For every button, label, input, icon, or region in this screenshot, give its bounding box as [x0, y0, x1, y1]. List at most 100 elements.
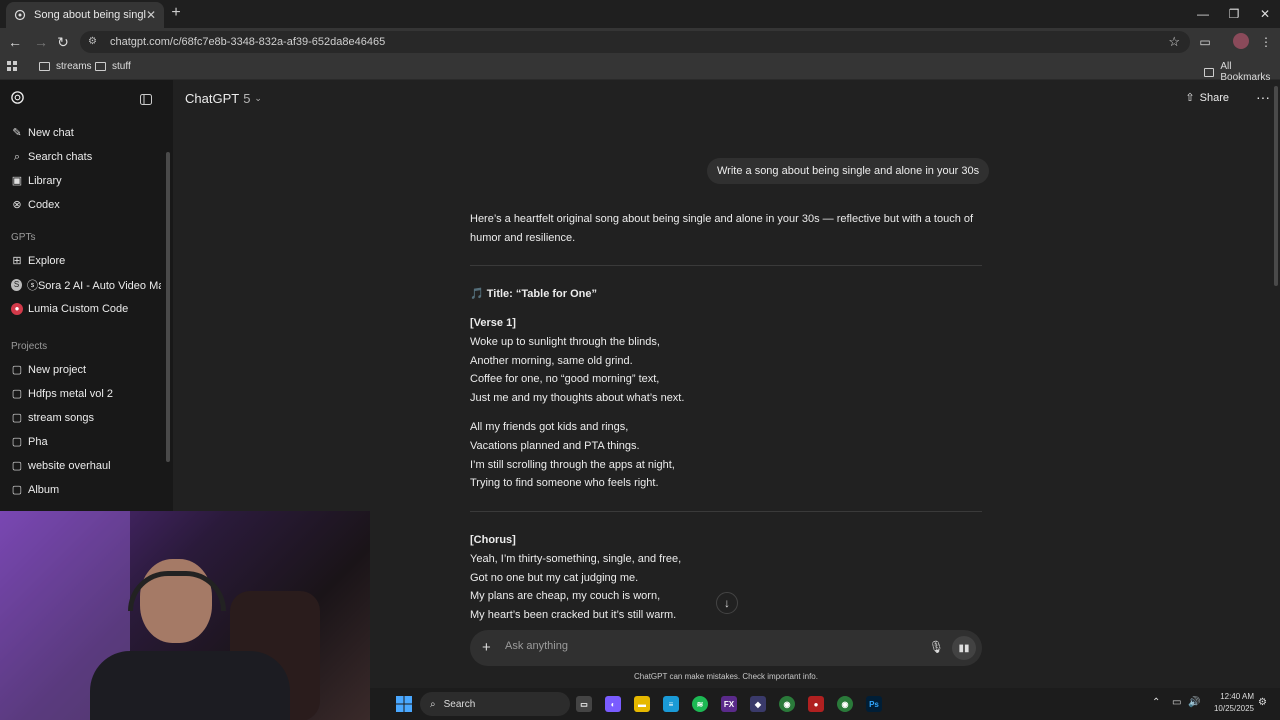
- browser-menu-icon[interactable]: ⋮: [1258, 34, 1274, 50]
- minimize-icon[interactable]: —: [1186, 0, 1220, 28]
- url-text: chatgpt.com/c/68fc7e8b-3348-832a-af39-65…: [110, 36, 386, 48]
- folder-icon: ▢: [11, 364, 23, 376]
- microphone-icon[interactable]: 🎙: [929, 640, 944, 654]
- model-picker[interactable]: ChatGPT 5 ⌄: [185, 91, 262, 106]
- verse-1: [Verse 1] Woke up to sunlight through th…: [470, 317, 685, 405]
- network-icon[interactable]: ▭: [1172, 697, 1181, 708]
- divider: [470, 265, 982, 266]
- folder-icon: [39, 62, 50, 71]
- folder-icon: ▢: [11, 460, 23, 472]
- bookmark-stuff[interactable]: stuff: [95, 61, 131, 72]
- webcam-overlay: [0, 511, 370, 720]
- sidebar-item-project[interactable]: ▢ Pha: [11, 434, 161, 450]
- address-bar[interactable]: ⚙ chatgpt.com/c/68fc7e8b-3348-832a-af39-…: [80, 31, 1190, 53]
- new-chat-button[interactable]: ✎ New chat: [11, 125, 161, 141]
- chrome-active-icon[interactable]: ◉: [837, 696, 853, 712]
- taskbar-search[interactable]: ⌕ Search: [420, 692, 570, 716]
- clock[interactable]: 12:40 AM 10/25/2025: [1214, 691, 1254, 715]
- sidebar-item-lumia[interactable]: ● Lumia Custom Code: [11, 301, 161, 317]
- profile-avatar[interactable]: [1233, 33, 1249, 49]
- chevron-down-icon: ⌄: [254, 93, 262, 103]
- bookmarks-bar: streams stuff All Bookmarks: [0, 56, 1280, 83]
- sidebar-scrollbar[interactable]: [166, 152, 170, 462]
- reload-icon[interactable]: ↻: [55, 34, 71, 50]
- sidebar-item-project[interactable]: ▢ Hdfps metal vol 2: [11, 386, 161, 402]
- toggle-sidebar-icon[interactable]: [140, 92, 152, 110]
- restore-icon[interactable]: ❐: [1217, 0, 1251, 28]
- apps-grid-icon[interactable]: [7, 61, 18, 72]
- openai-logo-icon[interactable]: [10, 90, 25, 110]
- search-chats-button[interactable]: ⌕ Search chats: [11, 149, 161, 165]
- folder-icon: ▢: [11, 388, 23, 400]
- notification-bell-icon[interactable]: ⚙: [1258, 697, 1267, 708]
- lumia-icon: ●: [11, 303, 23, 315]
- library-icon: ▣: [11, 175, 23, 187]
- folder-icon: ▢: [11, 412, 23, 424]
- tray-chevron-icon[interactable]: ⌃: [1152, 697, 1160, 708]
- more-options-icon[interactable]: ···: [1256, 89, 1270, 105]
- task-view-icon[interactable]: ▭: [576, 696, 592, 712]
- tab-search-icon[interactable]: ▭: [1197, 34, 1213, 50]
- spotify-icon[interactable]: ≋: [692, 696, 708, 712]
- new-chat-icon: ✎: [12, 127, 22, 139]
- sidebar-item-project[interactable]: ▢ Album: [11, 482, 161, 498]
- browser-tab[interactable]: Song about being single ✕: [6, 2, 164, 28]
- projects-header: Projects: [11, 341, 48, 352]
- sora-icon: S: [11, 279, 22, 291]
- file-explorer-icon[interactable]: ▬: [634, 696, 650, 712]
- close-tab-icon[interactable]: ✕: [146, 8, 156, 22]
- main-scrollbar[interactable]: [1274, 86, 1278, 286]
- sidebar-item-new-project[interactable]: ▢ New project: [11, 362, 161, 378]
- headset: [128, 571, 226, 611]
- plus-icon[interactable]: +: [482, 639, 491, 656]
- copilot-icon[interactable]: ◐: [605, 696, 621, 712]
- divider: [470, 511, 982, 512]
- search-icon: ⌕: [430, 698, 436, 710]
- share-icon: ⇧: [1185, 92, 1195, 104]
- sidebar-item-project[interactable]: ▢ stream songs: [11, 410, 161, 426]
- windows-taskbar: ⌕ Search ▭ ◐ ▬ ≡ ≋ FX ◆ ◉ ● ◉ Ps ⌃ ▭ 🔊 1…: [370, 688, 1280, 720]
- composer[interactable]: + Ask anything 🎙 ▮▮: [470, 630, 982, 666]
- hudfx-icon[interactable]: FX: [721, 696, 737, 712]
- grid-icon: ⊞: [12, 255, 22, 267]
- codex-button[interactable]: ⊗ Codex: [11, 197, 161, 213]
- site-info-icon[interactable]: ⚙: [88, 36, 100, 48]
- prompt-input[interactable]: Ask anything: [505, 640, 568, 652]
- sidebar-item-project[interactable]: ▢ website overhaul: [11, 458, 161, 474]
- new-tab-icon[interactable]: +: [168, 4, 184, 22]
- assistant-intro: Here’s a heartfelt original song about b…: [470, 213, 974, 244]
- person-shirt: [90, 651, 290, 720]
- forward-icon[interactable]: →: [33, 34, 49, 50]
- sidebar-item-sora[interactable]: S ⓢSora 2 AI - Auto Video Ma...: [11, 277, 161, 293]
- folder-icon: [95, 62, 106, 71]
- chrome-icon[interactable]: ◉: [779, 696, 795, 712]
- folder-icon: [1204, 67, 1215, 77]
- notepad-icon[interactable]: ≡: [663, 696, 679, 712]
- windows-start-icon[interactable]: [396, 696, 412, 712]
- music-note-icon: 🎵: [470, 288, 484, 300]
- browser-toolbar: ← → ↻ ⚙ chatgpt.com/c/68fc7e8b-3348-832a…: [0, 28, 1280, 56]
- back-icon[interactable]: ←: [7, 34, 23, 50]
- library-button[interactable]: ▣ Library: [11, 173, 161, 189]
- codex-icon: ⊗: [12, 199, 22, 211]
- voice-mode-icon[interactable]: ▮▮: [952, 636, 976, 660]
- sidebar-item-explore[interactable]: ⊞ Explore: [11, 253, 161, 269]
- bookmark-star-icon[interactable]: ☆: [1168, 34, 1180, 50]
- share-button[interactable]: ⇧ Share: [1185, 91, 1229, 105]
- bookmark-streams[interactable]: streams: [39, 61, 92, 72]
- close-window-icon[interactable]: ✕: [1248, 0, 1280, 28]
- maps-pin-icon[interactable]: ●: [808, 696, 824, 712]
- scroll-down-icon[interactable]: ↓: [716, 592, 738, 614]
- folder-icon: ▢: [11, 484, 23, 496]
- chatgpt-favicon-icon: [14, 9, 26, 21]
- verse-1-stanza-2: All my friends got kids and rings, Vacat…: [470, 421, 675, 490]
- folder-icon: ▢: [11, 436, 23, 448]
- app-icon[interactable]: ◆: [750, 696, 766, 712]
- search-icon: ⌕: [13, 151, 21, 163]
- disclaimer: ChatGPT can make mistakes. Check importa…: [634, 672, 818, 681]
- user-message: Write a song about being single and alon…: [707, 158, 990, 184]
- photoshop-icon[interactable]: Ps: [866, 696, 882, 712]
- tab-title: Song about being single: [34, 9, 146, 21]
- song-title: 🎵 Title: “Table for One”: [470, 288, 597, 300]
- volume-icon[interactable]: 🔊: [1188, 697, 1200, 708]
